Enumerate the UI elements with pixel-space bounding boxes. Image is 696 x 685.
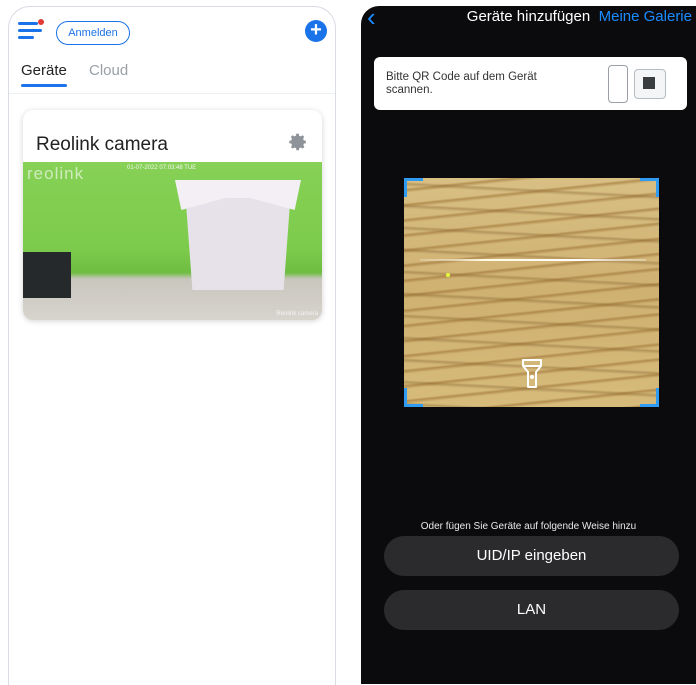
camera-preview[interactable]: reolink 01-07-2022 07:03:48 TUE Reolink … [23,162,322,320]
scanner-corner [404,178,423,197]
scanner-corner [640,178,659,197]
preview-osd-name: Reolink camera [276,311,318,317]
device-list-screen: Anmelden + Geräte Cloud Reolink camera r… [8,6,336,685]
menu-icon[interactable] [18,19,44,42]
camera-card[interactable]: Reolink camera reolink 01-07-2022 07:03:… [23,110,322,320]
qr-scanner-viewport [404,178,659,407]
flashlight-icon[interactable] [521,358,543,390]
alt-methods-text: Oder fügen Sie Geräte auf folgende Weise… [420,521,637,532]
focus-dot [446,273,450,277]
phone-illustration-icon [608,65,628,103]
camera-illustration-icon [634,69,666,99]
enter-uid-ip-button[interactable]: UID/IP eingeben [384,536,679,576]
preview-watermark: reolink [27,164,85,183]
lan-button[interactable]: LAN [384,590,679,630]
qr-hint-text: Bitte QR Code auf dem Gerät scannen. [386,71,537,96]
settings-gear-icon[interactable] [288,132,308,152]
tab-cloud[interactable]: Cloud [89,62,128,79]
qr-hint-banner: Bitte QR Code auf dem Gerät scannen. [374,57,687,110]
camera-name: Reolink camera [36,134,168,155]
login-button[interactable]: Anmelden [56,21,130,45]
tab-divider [9,93,335,94]
preview-device-shape [23,252,71,298]
gallery-link[interactable]: Meine Galerie [599,8,692,25]
preview-timestamp: 01-07-2022 07:03:48 TUE [127,165,197,171]
add-device-icon[interactable]: + [305,20,327,42]
back-chevron-icon[interactable]: ‹ [367,6,376,30]
scanner-corner [640,388,659,407]
active-tab-indicator [21,84,67,87]
notification-dot [38,19,44,25]
scanner-corner [404,388,423,407]
scan-line [420,259,646,261]
tab-devices[interactable]: Geräte [21,62,67,79]
add-device-screen: Geräte hinzufügen ‹ Meine Galerie Bitte … [361,6,696,684]
